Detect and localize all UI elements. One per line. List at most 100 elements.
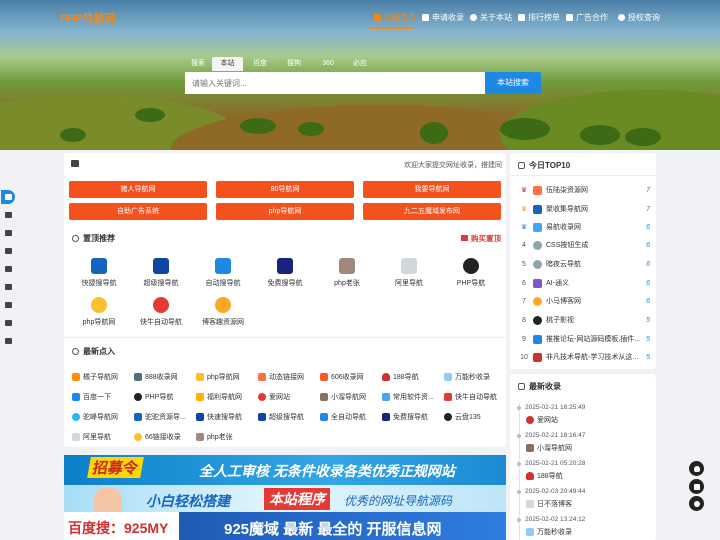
search-tab-bing[interactable]: 必应 (346, 57, 374, 71)
top10-row[interactable]: ♛ 聚收集导航网 7 (517, 204, 650, 214)
pinned-item[interactable]: 自动搜导航 (197, 258, 249, 288)
search-button[interactable]: 本站搜索 (485, 72, 541, 94)
latest-link[interactable]: 阿里导航 (72, 432, 111, 442)
orange-link-4[interactable]: 自助广告系统 (69, 203, 207, 220)
float-mail-button[interactable] (689, 479, 704, 494)
latest-link[interactable]: 驼驼资源导... (134, 412, 189, 422)
nav-home[interactable]: 导航首页 (374, 12, 416, 23)
latest-link[interactable]: 福利导航网 (196, 392, 242, 402)
latest-link[interactable]: PHP导航 (134, 392, 173, 402)
orange-link-5[interactable]: php导航网 (216, 203, 354, 220)
toolbar-ticket-button[interactable] (1, 298, 15, 312)
site-icon (533, 204, 542, 214)
recent-item[interactable]: 2025-02-21 05:20:28 188导航 (517, 460, 650, 481)
latest-link[interactable]: 橘子导航网 (72, 372, 118, 382)
nav-submit[interactable]: 申请收录 (422, 12, 464, 23)
site-icon (382, 413, 390, 421)
site-icon (533, 222, 542, 232)
latest-link[interactable]: 66链接收录 (134, 432, 181, 442)
ad-banner-925my[interactable]: 百度搜：925MY 925魔域 最新 最全的 开服信息网 (64, 512, 506, 540)
buy-pinned-link[interactable]: 购买置顶 (461, 233, 501, 244)
search-tab-sogou[interactable]: 搜狗 (280, 57, 308, 71)
menu-toggle-button[interactable] (1, 190, 15, 204)
recent-item[interactable]: 2025-02-02 13:24:12 万能秒收录 (517, 516, 650, 537)
search-tab-baidu[interactable]: 百度 (246, 57, 274, 71)
recent-item[interactable]: 2025-02-03 20:49:44 日不落博客 (517, 488, 650, 509)
search-tab-360[interactable]: 360 (314, 57, 342, 71)
latest-link[interactable]: 常用软件资... (382, 392, 437, 402)
top10-row[interactable]: 4 CSS按钮生成 6 (517, 240, 650, 250)
latest-link[interactable]: 动态链接网 (258, 372, 304, 382)
pinned-item[interactable]: 博客趣资源网 (197, 297, 249, 327)
pinned-item[interactable]: php老张 (321, 258, 373, 288)
search-tab-site[interactable]: 本站 (212, 57, 243, 71)
top10-row[interactable]: 9 推推论坛-网站源码模板,插件... 5 (517, 334, 650, 344)
latest-link[interactable]: 云盘135 (444, 412, 481, 422)
top10-row[interactable]: 8 桃子影视 5 (517, 315, 650, 325)
pinned-item[interactable]: php导航网 (73, 297, 125, 327)
ad-source-text1: 小白轻松搭建 (146, 493, 230, 509)
latest-link[interactable]: 爱网站 (258, 392, 290, 402)
ad-banner-source[interactable]: 小白轻松搭建 本站程序 优秀的网址导航源码 (64, 485, 506, 512)
latest-link[interactable]: 免费搜导航 (382, 412, 428, 422)
latest-link[interactable]: 驼峰导航网 (72, 412, 118, 422)
latest-link[interactable]: 百度一下 (72, 392, 111, 402)
latest-link[interactable]: 888收录网 (134, 372, 178, 382)
latest-link[interactable]: php老张 (196, 432, 233, 442)
latest-link[interactable]: 万能秒收录 (444, 372, 490, 382)
toolbar-card-button[interactable] (1, 226, 15, 240)
nav-ads[interactable]: 广告合作 (566, 12, 608, 23)
site-icon (72, 413, 80, 421)
toolbar-monitor-button[interactable] (1, 244, 15, 258)
toolbar-mail-button[interactable] (1, 280, 15, 294)
top10-row[interactable]: ♛ 易航收录网 6 (517, 222, 650, 232)
latest-link[interactable]: 快牛自动导航 (444, 392, 497, 402)
site-icon (134, 373, 142, 381)
toolbar-video-button[interactable] (1, 262, 15, 276)
latest-link[interactable]: php导航网 (196, 372, 240, 382)
latest-link[interactable]: 606收录网 (320, 372, 364, 382)
latest-link[interactable]: 超级搜导航 (258, 412, 304, 422)
toolbar-list-button[interactable] (1, 334, 15, 348)
site-icon (258, 373, 266, 381)
latest-link[interactable]: 快速搜导航 (196, 412, 242, 422)
top10-row[interactable]: 10 非凡技术导航-学习技术从这... 5 (517, 352, 650, 362)
nav-license[interactable]: 授权查询 (618, 12, 660, 23)
site-icon (72, 433, 80, 441)
toolbar-tools-button[interactable] (1, 316, 15, 330)
orange-link-3[interactable]: 我要导航网 (363, 181, 501, 198)
top10-row[interactable]: 5 暗夜云导航 6 (517, 259, 650, 269)
latest-link[interactable]: 188导航 (382, 372, 419, 382)
float-qq-button[interactable] (689, 461, 704, 476)
site-icon (134, 433, 142, 441)
top10-row[interactable]: 6 AI-通义 6 (517, 278, 650, 288)
search-input[interactable] (185, 72, 485, 94)
site-logo[interactable]: PHP导航网 (60, 10, 116, 26)
nav-about[interactable]: 关于本站 (470, 12, 512, 23)
recent-item[interactable]: 2025-02-21 18:25:49 爱网站 (517, 404, 650, 425)
top10-row[interactable]: 7 小马博客网 6 (517, 296, 650, 306)
crown-icon: ♛ (520, 187, 528, 194)
orange-link-1[interactable]: 猪人导航网 (69, 181, 207, 198)
pinned-item[interactable]: 快牛自动导航 (135, 297, 187, 327)
top10-row[interactable]: ♛ 伍陆柒资源网 7 (517, 185, 650, 195)
pinned-item[interactable]: PHP导航 (445, 258, 497, 288)
orange-link-6[interactable]: 九二五魔域发布网 (363, 203, 501, 220)
float-wechat-button[interactable] (689, 496, 704, 511)
pinned-item[interactable]: 免费搜导航 (259, 258, 311, 288)
site-icon (533, 334, 542, 344)
site-icon (526, 528, 534, 536)
top10-title: 今日TOP10 (529, 161, 571, 170)
nav-ranking[interactable]: 排行榜单 (518, 12, 560, 23)
chevron-icon (4, 194, 12, 200)
pinned-item[interactable]: 超级搜导航 (135, 258, 187, 288)
pinned-item[interactable]: 快捷搜导航 (73, 258, 125, 288)
ad-banner-recruit[interactable]: 招募令 全人工审核 无条件收录各类优秀正规网站 (64, 455, 506, 485)
pinned-item[interactable]: 阿里导航 (383, 258, 435, 288)
toolbar-bank-button[interactable] (1, 208, 15, 222)
latest-link[interactable]: 全自动导航 (320, 412, 366, 422)
recent-item[interactable]: 2025-02-21 18:16:47 小溜导航网 (517, 432, 650, 453)
orange-link-2[interactable]: 80导航网 (216, 181, 354, 198)
latest-in-title: 最新点入 (83, 347, 115, 356)
latest-link[interactable]: 小溜导航网 (320, 392, 366, 402)
